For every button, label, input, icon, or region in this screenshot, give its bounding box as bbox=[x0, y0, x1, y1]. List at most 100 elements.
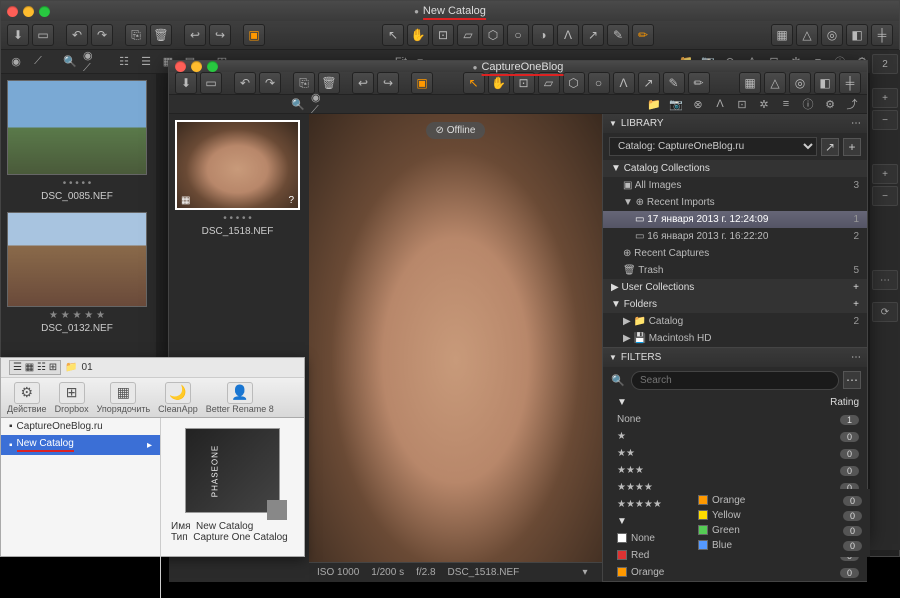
rotate-left-button[interactable]: ↶ bbox=[66, 24, 88, 46]
grid-button[interactable]: ▦ bbox=[771, 24, 793, 46]
recent-captures-item[interactable]: ⊕ Recent Captures bbox=[603, 245, 867, 262]
cleanapp-button[interactable]: 🌙CleanApp bbox=[158, 382, 198, 414]
import-date-item[interactable]: ▭ 17 января 2013 г. 12:24:091 bbox=[603, 211, 867, 228]
export-icon[interactable]: ⤴ bbox=[843, 95, 861, 113]
rotate-right-button[interactable]: ↷ bbox=[259, 72, 281, 94]
zoom-icon[interactable] bbox=[39, 6, 50, 17]
color-orange[interactable]: Orange0 bbox=[603, 564, 867, 581]
file-item[interactable]: ▪CaptureOneBlog.ru bbox=[1, 418, 160, 435]
filter-icon[interactable]: ◉ ⟋ bbox=[83, 53, 101, 71]
picker-tool[interactable]: ✎ bbox=[663, 72, 685, 94]
undo-button[interactable]: ↩ bbox=[352, 72, 374, 94]
grid-button[interactable]: ▦ bbox=[739, 72, 761, 94]
eye-icon[interactable]: ◉ bbox=[7, 53, 25, 71]
viewmode-1[interactable]: ☷ bbox=[115, 53, 133, 71]
slider-icon[interactable]: ⟋ bbox=[29, 53, 47, 71]
arrange-button[interactable]: ▦Упорядочить bbox=[97, 382, 151, 414]
focus-button[interactable]: ◎ bbox=[821, 24, 843, 46]
redo-button[interactable]: ↪ bbox=[377, 72, 399, 94]
search-icon[interactable]: 🔍 bbox=[289, 95, 307, 113]
brush-tool[interactable]: ✏ bbox=[688, 72, 710, 94]
process-button[interactable]: ▣ bbox=[411, 72, 433, 94]
curve-tool[interactable]: ↗ bbox=[582, 24, 604, 46]
strip-reset[interactable]: ⟳ bbox=[872, 302, 898, 322]
menu-icon[interactable]: ⋯ bbox=[851, 352, 861, 363]
view-toggle[interactable]: ☰ ▦ ☷ ⊞ bbox=[9, 360, 61, 375]
thumbnail[interactable]: • • • • • DSC_0085.NEF bbox=[7, 80, 147, 202]
color-blue[interactable]: Blue0 bbox=[694, 538, 866, 553]
redo-button[interactable]: ↪ bbox=[209, 24, 231, 46]
gear-icon[interactable]: ⚙ bbox=[821, 95, 839, 113]
import-button[interactable]: ⬇ bbox=[175, 72, 197, 94]
strip-menu[interactable]: ⋯ bbox=[872, 270, 898, 290]
add-icon[interactable]: + bbox=[853, 282, 859, 293]
copy-button[interactable]: ⎘ bbox=[125, 24, 147, 46]
rating-2star[interactable]: ★★0 bbox=[603, 445, 867, 462]
close-icon[interactable] bbox=[175, 61, 186, 72]
rotate-left-button[interactable]: ↶ bbox=[234, 72, 256, 94]
minimize-icon[interactable] bbox=[191, 61, 202, 72]
warn-button[interactable]: △ bbox=[796, 24, 818, 46]
cursor-tool[interactable]: ↖ bbox=[382, 24, 404, 46]
search-options[interactable]: ⋯ bbox=[843, 371, 861, 389]
spot-tool[interactable]: ○ bbox=[507, 24, 529, 46]
search-icon[interactable]: 🔍 bbox=[61, 53, 79, 71]
rotate-right-button[interactable]: ↷ bbox=[91, 24, 113, 46]
meta-icon[interactable]: ≡ bbox=[777, 95, 795, 113]
capture-button[interactable]: ▭ bbox=[32, 24, 54, 46]
action-button[interactable]: ⚙Действие bbox=[7, 382, 47, 414]
folder-mac-item[interactable]: ▶ 💾 Macintosh HD bbox=[603, 330, 867, 347]
import-button[interactable]: ⬇ bbox=[7, 24, 29, 46]
hand-tool[interactable]: ✋ bbox=[407, 24, 429, 46]
add-icon[interactable]: + bbox=[853, 299, 859, 310]
minimize-icon[interactable] bbox=[23, 6, 34, 17]
viewer-image[interactable]: ⊘ Offline bbox=[309, 114, 602, 562]
straighten-tool[interactable]: ▱ bbox=[457, 24, 479, 46]
linked-icon[interactable]: ⊗ bbox=[689, 95, 707, 113]
recent-imports-item[interactable]: ▼ ⊕ Recent Imports bbox=[603, 194, 867, 211]
strip-plus[interactable]: + bbox=[872, 88, 898, 108]
folders-head[interactable]: ▼ Folders+ bbox=[603, 296, 867, 313]
library-header[interactable]: ▼LIBRARY⋯ bbox=[603, 114, 867, 133]
info-button[interactable]: ◧ bbox=[814, 72, 836, 94]
folder-catalog-item[interactable]: ▶ 📁 Catalog2 bbox=[603, 313, 867, 330]
reveal-button[interactable]: ↗ bbox=[821, 138, 839, 156]
info-button[interactable]: ◧ bbox=[846, 24, 868, 46]
trash-item[interactable]: 🗑 Trash5 bbox=[603, 262, 867, 279]
mask-tool[interactable]: ◑ bbox=[532, 24, 554, 46]
keystone-tool[interactable]: ⬡ bbox=[563, 72, 585, 94]
thumbnail[interactable]: ? ▦ • • • • • DSC_1518.NEF bbox=[175, 120, 300, 237]
add-catalog-button[interactable]: + bbox=[843, 138, 861, 156]
zoom-icon[interactable] bbox=[207, 61, 218, 72]
user-collections-head[interactable]: ▶ User Collections+ bbox=[603, 279, 867, 296]
capture-button[interactable]: ▭ bbox=[200, 72, 222, 94]
rename-button[interactable]: 👤Better Rename 8 bbox=[206, 382, 274, 414]
dropbox-button[interactable]: ⊞Dropbox bbox=[55, 382, 89, 414]
all-images-item[interactable]: ▣ All Images3 bbox=[603, 177, 867, 194]
guides-button[interactable]: ╪ bbox=[839, 72, 861, 94]
catalog-collections-head[interactable]: ▼ Catalog Collections bbox=[603, 160, 867, 177]
keystone-tool[interactable]: ⬡ bbox=[482, 24, 504, 46]
wb-tool[interactable]: Λ bbox=[613, 72, 635, 94]
trash-button[interactable]: 🗑 bbox=[150, 24, 172, 46]
thumbnail[interactable]: ★ ★ ★ ★ ★ DSC_0132.NEF bbox=[7, 212, 147, 334]
strip-plus2[interactable]: + bbox=[872, 164, 898, 184]
file-item-selected[interactable]: ▪New Catalog▸ bbox=[1, 435, 160, 455]
rating-head[interactable]: ▼ Rating bbox=[603, 394, 867, 411]
output-icon[interactable]: ⓘ bbox=[799, 95, 817, 113]
picker-tool[interactable]: ✎ bbox=[607, 24, 629, 46]
import-date-item[interactable]: ▭ 16 января 2013 г. 16:22:202 bbox=[603, 228, 867, 245]
focus-button[interactable]: ◎ bbox=[789, 72, 811, 94]
catalog-selector[interactable]: Catalog: CaptureOneBlog.ru bbox=[609, 137, 817, 156]
undo-button[interactable]: ↩ bbox=[184, 24, 206, 46]
process-button[interactable]: ▣ bbox=[243, 24, 265, 46]
crop-icon[interactable]: ⊡ bbox=[733, 95, 751, 113]
camera-icon[interactable]: 📷 bbox=[667, 95, 685, 113]
color-green[interactable]: Green0 bbox=[694, 523, 866, 538]
warn-button[interactable]: △ bbox=[764, 72, 786, 94]
menu-icon[interactable]: ⋯ bbox=[851, 118, 861, 129]
folder-icon[interactable]: 📁 bbox=[645, 95, 663, 113]
rating-none[interactable]: None1 bbox=[603, 411, 867, 428]
brush-tool[interactable]: ✏ bbox=[632, 24, 654, 46]
straighten-icon[interactable]: Λ bbox=[711, 95, 729, 113]
